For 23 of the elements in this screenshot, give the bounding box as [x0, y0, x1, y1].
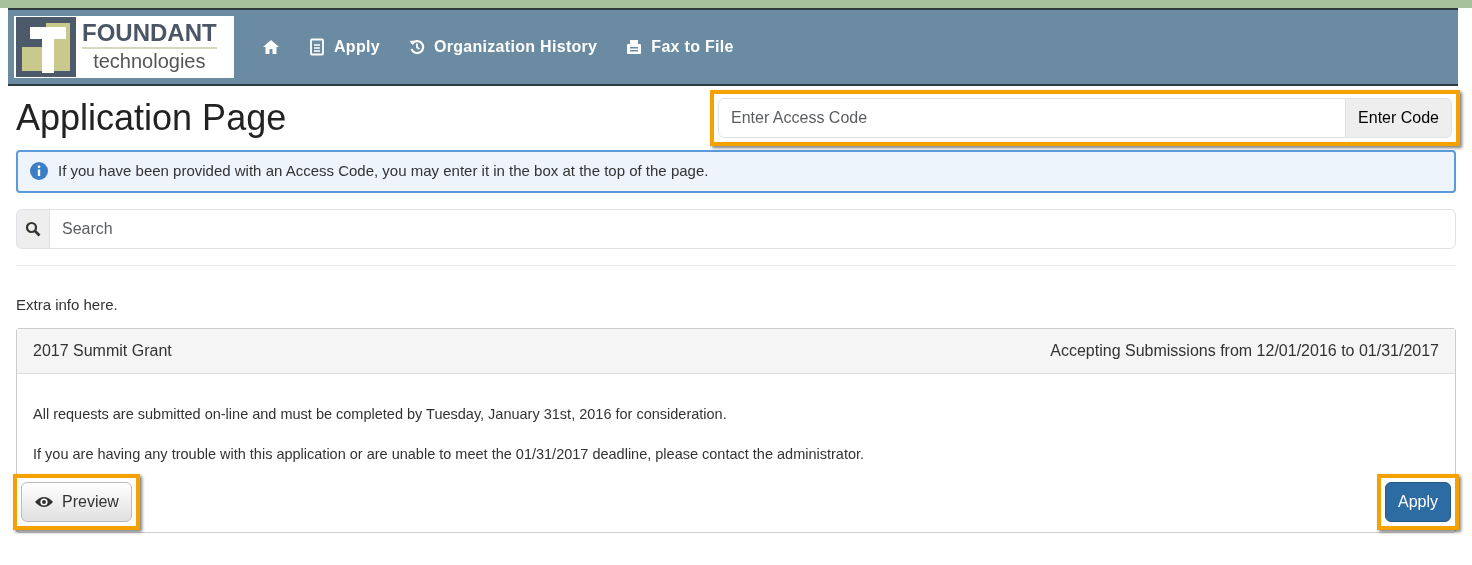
home-icon: [262, 38, 280, 56]
info-icon: [30, 162, 48, 181]
nav-link[interactable]: Organization History: [407, 35, 598, 59]
grant-title: 2017 Summit Grant: [33, 341, 172, 361]
paragraph: If you are having any trouble with this application or are unable to meet the 01/31/2017 deadline, please contact the administrator.: [33, 444, 866, 464]
extra-info-text: Extra info here.: [16, 294, 119, 315]
nav-link[interactable]: Fax to File: [625, 35, 734, 59]
document-icon: [308, 38, 326, 56]
alert-text: If you have been provided with an Access Code, you may enter it in the box at the top of the page.: [58, 161, 709, 181]
enter-code-button[interactable]: Enter Code: [1345, 98, 1452, 138]
history-icon: [407, 38, 426, 56]
page-title: Application Page: [16, 96, 287, 140]
brand-name: FOUNDANT: [82, 21, 217, 49]
eye-icon: [34, 494, 54, 509]
preview-button[interactable]: Preview: [21, 481, 132, 522]
fax-icon: [625, 38, 644, 56]
access-code-field[interactable]: Enter Access Code: [718, 98, 1347, 138]
nav-link[interactable]: Apply: [308, 35, 380, 59]
paragraph: All requests are submitted on-line and must be completed by Tuesday, January 31st, 2016 for consideration.: [33, 405, 728, 424]
submission-window: Accepting Submissions from 12/01/2016 to 01/31/2017: [1050, 339, 1439, 363]
apply-button[interactable]: Apply: [1384, 481, 1451, 522]
brand-tagline: technologies: [92, 49, 207, 73]
search-icon: [25, 220, 41, 237]
